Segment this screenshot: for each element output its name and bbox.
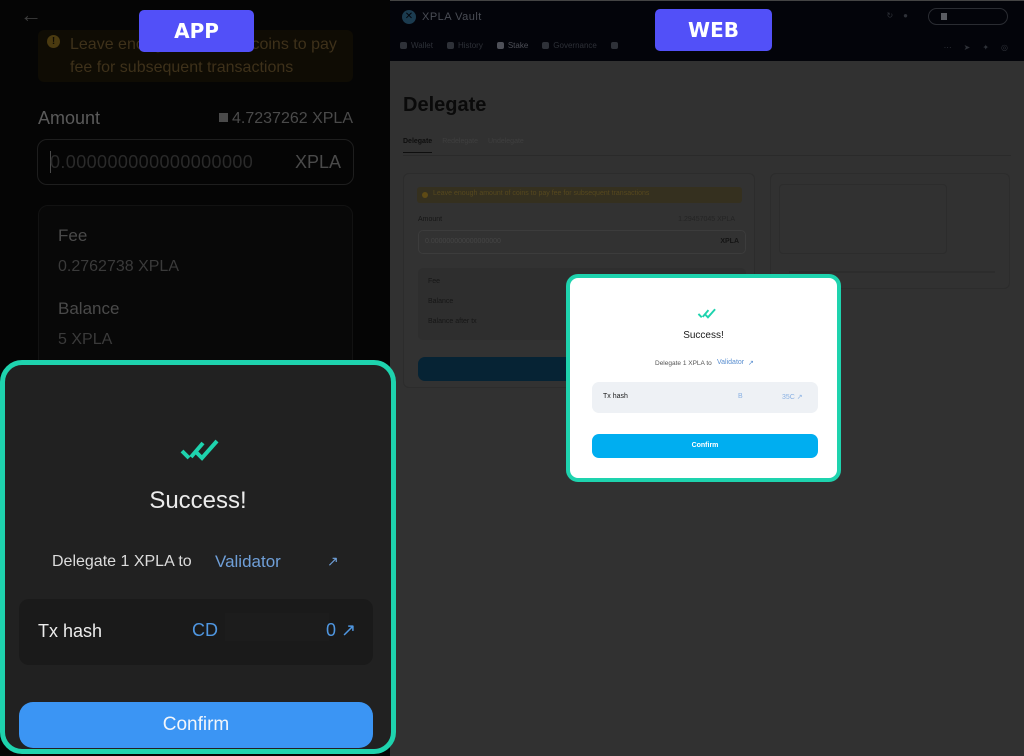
amount-balance-value: 4.7237262 XPLA [232, 110, 353, 127]
balance-label: Balance [58, 299, 120, 318]
web-success-modal: Success! Delegate 1 XPLA to Validator ↗ … [566, 274, 841, 482]
confirm-button[interactable]: Confirm [592, 434, 818, 458]
double-check-icon [180, 439, 219, 461]
tx-hash-link-suffix[interactable]: 0 ↗ [326, 620, 356, 641]
amount-balance[interactable]: 4.7237262 XPLA [219, 110, 353, 128]
nav-label: History [457, 41, 483, 50]
tx-hash-link-prefix[interactable]: B [738, 393, 743, 400]
tab-redelegate[interactable]: Redelegate [442, 138, 478, 153]
page-title: Delegate [403, 94, 487, 116]
header-icons: ↻ ● [886, 11, 908, 20]
tx-hash-label: Tx hash [38, 621, 103, 641]
main-nav: Wallet History Stake Governance [400, 41, 618, 50]
xpla-logo-icon: ✕ [402, 10, 416, 24]
success-title: Success! [683, 330, 724, 341]
warning-text: Leave enough amount of coins to pay fee … [433, 190, 650, 197]
validator-info-bar [789, 271, 995, 273]
fee-value: 0.2762738 XPLA [58, 258, 179, 275]
nav-item-more[interactable] [610, 41, 618, 50]
warning-banner: Leave enough amount of coins to pay fee … [417, 187, 742, 203]
twitter-icon[interactable]: ✦ [982, 43, 989, 52]
delegate-text: Delegate 1 XPLA to [52, 553, 192, 570]
history-icon [446, 42, 454, 49]
app-label-badge: APP [139, 10, 254, 52]
redaction-mask [225, 613, 329, 641]
wallet-icon [400, 42, 407, 49]
validator-info-inner [779, 184, 947, 254]
tabs-divider [403, 155, 1011, 156]
amount-input[interactable]: 0.000000000000000000 XPLA [418, 230, 746, 254]
amount-placeholder: 0.000000000000000000 [425, 238, 501, 245]
amount-unit: XPLA [720, 238, 739, 245]
github-icon[interactable]: ◎ [1001, 43, 1008, 52]
amount-placeholder: 0.000000000000000000 [50, 152, 254, 172]
amount-balance[interactable]: 1.29457045 XPLA [678, 216, 735, 223]
tx-hash-link-prefix[interactable]: CD [192, 620, 218, 641]
validator-link[interactable]: Validator [717, 359, 744, 366]
nav-item-history[interactable]: History [446, 41, 483, 50]
tx-hash-row: Tx hash CD 0 ↗ [19, 599, 373, 665]
confirm-button[interactable]: Confirm [19, 702, 373, 748]
fee-label: Fee [428, 278, 441, 285]
double-check-icon [697, 308, 716, 319]
tx-hash-link-suffix[interactable]: 35C ↗ [782, 393, 803, 401]
governance-icon [542, 42, 550, 49]
nav-item-wallet[interactable]: Wallet [400, 41, 433, 50]
tx-hash-row: Tx hash B 35C ↗ [592, 382, 818, 413]
nav-item-governance[interactable]: Governance [542, 41, 597, 50]
app-success-modal: Success! Delegate 1 XPLA to Validator ↗ … [0, 360, 396, 754]
nav-label: Governance [553, 41, 597, 50]
fee-summary-card: Fee 0.2762738 XPLA Balance 5 XPLA [38, 205, 353, 385]
tabs: Delegate Redelegate Undelegate [403, 138, 524, 153]
stake-icon [496, 42, 504, 49]
nav-item-stake[interactable]: Stake [496, 41, 529, 50]
social-links: ⋯ ➤ ✦ ◎ [944, 43, 1008, 52]
brand-name: XPLA Vault [422, 11, 482, 23]
validator-link[interactable]: Validator [215, 552, 281, 572]
medium-icon[interactable]: ⋯ [944, 43, 952, 52]
tx-hash-label: Tx hash [603, 393, 628, 400]
info-icon: ! [47, 35, 60, 48]
refresh-icon[interactable]: ↻ [886, 11, 893, 20]
back-arrow-icon[interactable]: ← [20, 2, 42, 28]
nav-label: Wallet [411, 41, 433, 50]
balance-after-label: Balance after tx [428, 318, 477, 325]
tab-undelegate[interactable]: Undelegate [488, 138, 524, 153]
amount-input[interactable]: 0.000000000000000000 XPLA [37, 139, 354, 185]
external-link-icon[interactable]: ↗ [748, 359, 754, 367]
amount-label: Amount [38, 108, 101, 128]
balance-label: Balance [428, 298, 454, 305]
amount-label: Amount [418, 216, 443, 223]
success-title: Success! [149, 487, 247, 514]
validator-info-card [770, 173, 1010, 289]
telegram-icon[interactable]: ➤ [964, 43, 971, 52]
external-link-icon[interactable]: ↗ [327, 553, 339, 570]
wallet-icon [219, 113, 228, 122]
nav-label: Stake [507, 41, 529, 50]
delegate-text: Delegate 1 XPLA to [655, 360, 712, 367]
settings-icon[interactable]: ● [903, 11, 908, 20]
amount-unit: XPLA [294, 152, 341, 172]
connect-wallet-button[interactable] [928, 8, 1008, 25]
fee-label: Fee [58, 226, 88, 245]
balance-value: 5 XPLA [58, 331, 113, 348]
wallet-icon [941, 13, 947, 20]
info-icon [422, 192, 428, 198]
web-label-badge: WEB [655, 9, 772, 51]
more-icon [610, 42, 618, 49]
tab-delegate[interactable]: Delegate [403, 138, 433, 153]
